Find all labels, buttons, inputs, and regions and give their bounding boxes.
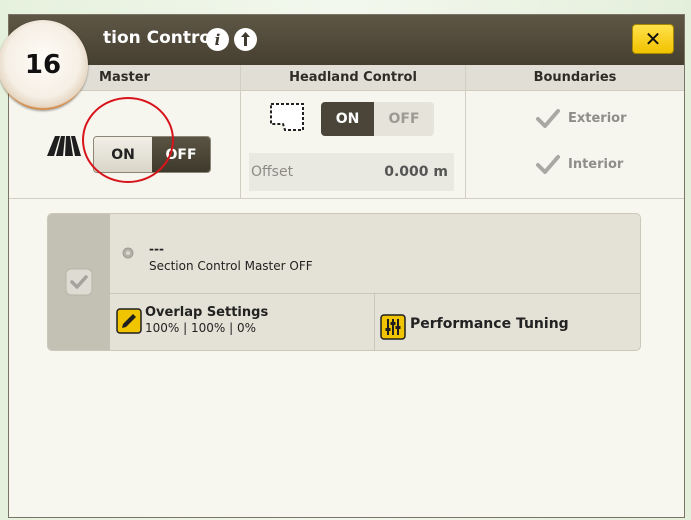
checkmark-icon [536,155,560,174]
headland-off-option[interactable]: OFF [374,102,434,136]
close-icon: ✕ [644,27,662,51]
status-title: --- [149,242,164,256]
info-up-icon-button[interactable] [234,28,257,51]
status-area: --- Section Control Master OFF [110,214,640,294]
checkmark-icon [536,109,560,128]
overlap-values: 100% | 100% | 0% [145,321,256,335]
exterior-boundary-option[interactable]: Exterior [536,108,627,128]
window-title: tion Control [103,28,217,48]
offset-label: Offset [251,164,294,180]
section-control-card: --- Section Control Master OFF Overlap S… [47,213,641,351]
info-icon: i [206,28,229,51]
interior-label: Interior [568,156,624,172]
performance-tuning-label: Performance Tuning [410,316,569,332]
offset-field[interactable]: Offset 0.000 m [249,153,454,191]
interior-boundary-option[interactable]: Interior [536,154,623,174]
headland-header: Headland Control [241,65,465,91]
boundaries-panel: Boundaries Exterior Interior [466,65,684,198]
card-actions: Overlap Settings 100% | 100% | 0% Perfor… [110,294,640,350]
info-arrow-icon [234,28,257,51]
headland-on-option[interactable]: ON [321,102,374,136]
info-icon-button[interactable]: i [206,28,229,51]
card-enable-checkbox[interactable] [48,214,110,350]
headland-panel: Headland Control ON OFF Offset 0.000 m [241,65,466,198]
exterior-label: Exterior [568,110,627,126]
status-indicator-icon [122,247,134,259]
sliders-icon [380,314,406,340]
status-text: Section Control Master OFF [149,259,313,273]
headland-toggle[interactable]: ON OFF [321,102,434,136]
svg-text:i: i [215,31,221,49]
boundaries-header: Boundaries [466,65,684,91]
title-bar: tion Control i ✕ [9,15,684,65]
close-button[interactable]: ✕ [632,24,674,54]
headland-boundary-icon [270,103,304,131]
overlap-settings-button[interactable]: Overlap Settings 100% | 100% | 0% [110,294,375,350]
pencil-icon [116,308,142,334]
offset-value: 0.000 m [384,164,448,180]
step-number-badge: 16 [0,20,88,110]
overlap-title: Overlap Settings [145,305,269,320]
highlight-circle [82,97,174,183]
performance-tuning-button[interactable]: Performance Tuning [375,294,640,350]
checkbox-check-icon [65,268,93,296]
section-control-window: tion Control i ✕ Master ON OFF Headland … [8,14,685,518]
implement-sections-icon [47,136,81,156]
